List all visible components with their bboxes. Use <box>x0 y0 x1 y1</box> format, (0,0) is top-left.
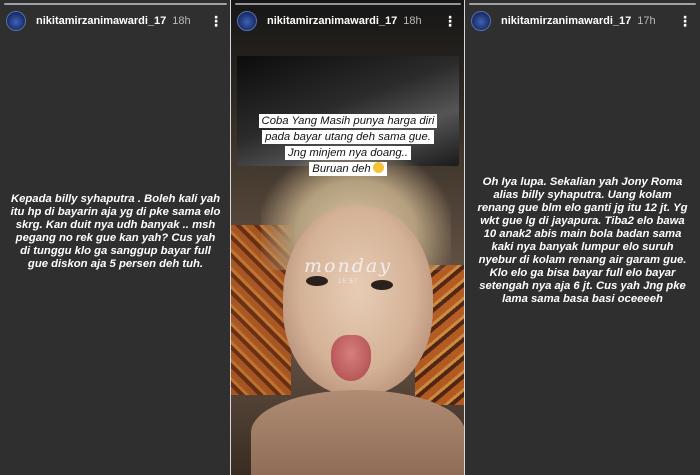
username[interactable]: nikitamirzanimawardi_17 <box>267 15 397 27</box>
story-progress-bar <box>235 3 461 5</box>
more-options-icon[interactable]: ⋮ <box>676 14 694 28</box>
story-header: nikitamirzanimawardi_17 17h ⋮ <box>465 8 700 34</box>
story-panel-1[interactable]: nikitamirzanimawardi_17 18h ⋮ Kepada bil… <box>0 0 231 475</box>
story-panel-2[interactable]: nikitamirzanimawardi_17 18h ⋮ Coba Yang … <box>231 0 465 475</box>
story-header: nikitamirzanimawardi_17 18h ⋮ <box>0 8 231 34</box>
username[interactable]: nikitamirzanimawardi_17 <box>501 15 631 27</box>
story-photo <box>231 0 465 475</box>
day-sticker: monday <box>304 255 392 277</box>
timestamp: 18h <box>403 15 422 27</box>
story-text: Kepada billy syhaputra . Boleh kali yah … <box>10 193 221 270</box>
story-caption: Coba Yang Masih punya harga diri pada ba… <box>231 113 465 177</box>
caption-line: pada bayar utang deh sama gue. <box>262 130 434 144</box>
story-panel-3[interactable]: nikitamirzanimawardi_17 17h ⋮ Oh Iya lup… <box>465 0 700 475</box>
story-text: Oh Iya lupa. Sekalian yah Jony Roma alia… <box>477 176 688 305</box>
avatar[interactable] <box>237 11 257 31</box>
story-strip: nikitamirzanimawardi_17 18h ⋮ Kepada bil… <box>0 0 700 475</box>
story-progress-bar <box>4 3 227 5</box>
mouth <box>331 335 371 381</box>
timestamp: 18h <box>172 15 191 27</box>
story-progress-bar <box>469 3 696 5</box>
caption-line: Coba Yang Masih punya harga diri <box>258 114 438 128</box>
more-options-icon[interactable]: ⋮ <box>207 14 225 28</box>
more-options-icon[interactable]: ⋮ <box>441 14 459 28</box>
caption-line-last: Buruan deh <box>309 162 387 176</box>
story-header: nikitamirzanimawardi_17 18h ⋮ <box>231 8 465 34</box>
time-sticker: 15:57 <box>337 279 358 285</box>
caption-line: Jng minjem nya doang.. <box>285 146 411 160</box>
caption-text: Buruan deh <box>312 163 371 175</box>
avatar[interactable] <box>471 11 491 31</box>
timestamp: 17h <box>637 15 656 27</box>
avatar[interactable] <box>6 11 26 31</box>
smile-emoji-icon <box>372 162 384 173</box>
shoulder <box>251 390 465 475</box>
username[interactable]: nikitamirzanimawardi_17 <box>36 15 166 27</box>
